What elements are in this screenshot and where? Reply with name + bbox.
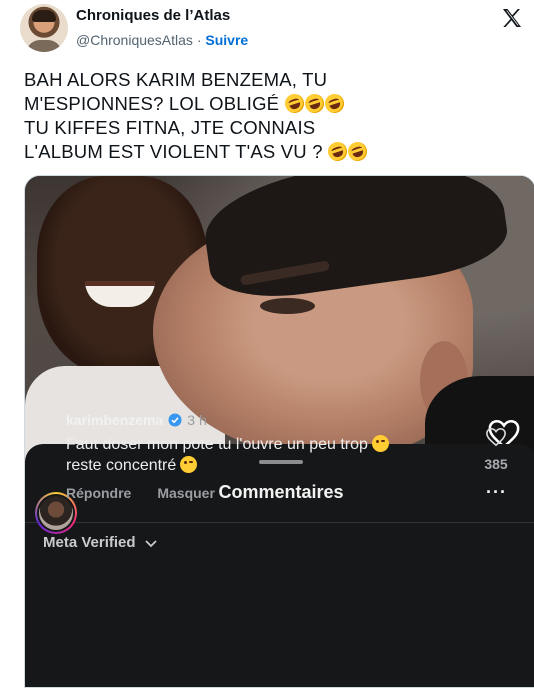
laughing-emoji-icon bbox=[322, 91, 347, 116]
laughing-emoji-icon bbox=[282, 91, 307, 116]
verified-badge-icon bbox=[168, 413, 182, 427]
hide-button[interactable]: Masquer bbox=[157, 485, 215, 501]
separator-dot: · bbox=[196, 32, 202, 48]
laughing-emoji-icon bbox=[325, 139, 350, 164]
tweet-line-2-text: M'ESPIONNES? LOL OBLIGÉ bbox=[24, 93, 280, 114]
tweet-text: BAH ALORS KARIM BENZEMA, TU M'ESPIONNES?… bbox=[24, 68, 504, 164]
handle-row: @ChroniquesAtlas · Suivre bbox=[76, 32, 248, 48]
meta-verified-label: Meta Verified bbox=[43, 534, 136, 551]
avatar-picture bbox=[39, 496, 73, 530]
comment-like-count: 385 bbox=[484, 456, 508, 472]
reply-button[interactable]: Répondre bbox=[66, 485, 131, 501]
photo-eye bbox=[260, 298, 315, 314]
avatar-hair bbox=[32, 10, 56, 22]
tweet-line-2: M'ESPIONNES? LOL OBLIGÉ bbox=[24, 91, 504, 116]
comment-text: Faut doser mon pote tu l'ouvre un peu tr… bbox=[66, 434, 426, 476]
chevron-down-icon bbox=[144, 539, 157, 547]
more-options-icon[interactable]: ··· bbox=[486, 482, 507, 503]
tweet-media[interactable]: Commentaires ··· Meta Verified bbox=[24, 175, 534, 688]
tweet-line-3: TU KIFFES FITNA, JTE CONNAIS bbox=[24, 116, 504, 140]
tweet-line-1-text: BAH ALORS KARIM BENZEMA, TU bbox=[24, 69, 328, 90]
tweet-card: Chroniques de l’Atlas @ChroniquesAtlas ·… bbox=[0, 0, 534, 688]
tweet-line-3-text: TU KIFFES FITNA, JTE CONNAIS bbox=[24, 117, 316, 138]
tweet-line-4: L'ALBUM EST VIOLENT T'AS VU ? bbox=[24, 139, 504, 164]
comment-like[interactable]: 385 bbox=[476, 427, 516, 472]
comments-sheet: Commentaires ··· Meta Verified bbox=[25, 444, 534, 687]
comment-time: 3 h bbox=[187, 412, 207, 428]
sheet-divider bbox=[25, 522, 534, 523]
winking-face-icon bbox=[180, 456, 198, 473]
comment-actions: Répondre Masquer bbox=[66, 485, 215, 501]
author-handle[interactable]: @ChroniquesAtlas bbox=[76, 32, 193, 48]
author-avatar[interactable] bbox=[20, 4, 68, 52]
comment-username[interactable]: karimbenzema bbox=[66, 412, 163, 428]
laughing-emoji-icon bbox=[302, 91, 327, 116]
winking-face-icon bbox=[371, 435, 389, 452]
tweet-line-1: BAH ALORS KARIM BENZEMA, TU bbox=[24, 68, 504, 92]
tweet-line-4-text: L'ALBUM EST VIOLENT T'AS VU ? bbox=[24, 141, 323, 162]
comment-text-line2: reste concentré bbox=[66, 457, 177, 474]
heart-outline-icon[interactable] bbox=[485, 427, 507, 447]
x-logo-icon[interactable] bbox=[500, 6, 524, 30]
comment-header: karimbenzema 3 h bbox=[66, 412, 207, 428]
follow-button[interactable]: Suivre bbox=[205, 32, 248, 48]
meta-verified-filter[interactable]: Meta Verified bbox=[43, 534, 158, 551]
author-name[interactable]: Chroniques de l’Atlas bbox=[76, 7, 230, 24]
avatar-shirt bbox=[26, 40, 62, 52]
comment-text-line1: Faut doser mon pote tu l'ouvre un peu tr… bbox=[66, 436, 368, 453]
laughing-emoji-icon bbox=[345, 139, 370, 164]
